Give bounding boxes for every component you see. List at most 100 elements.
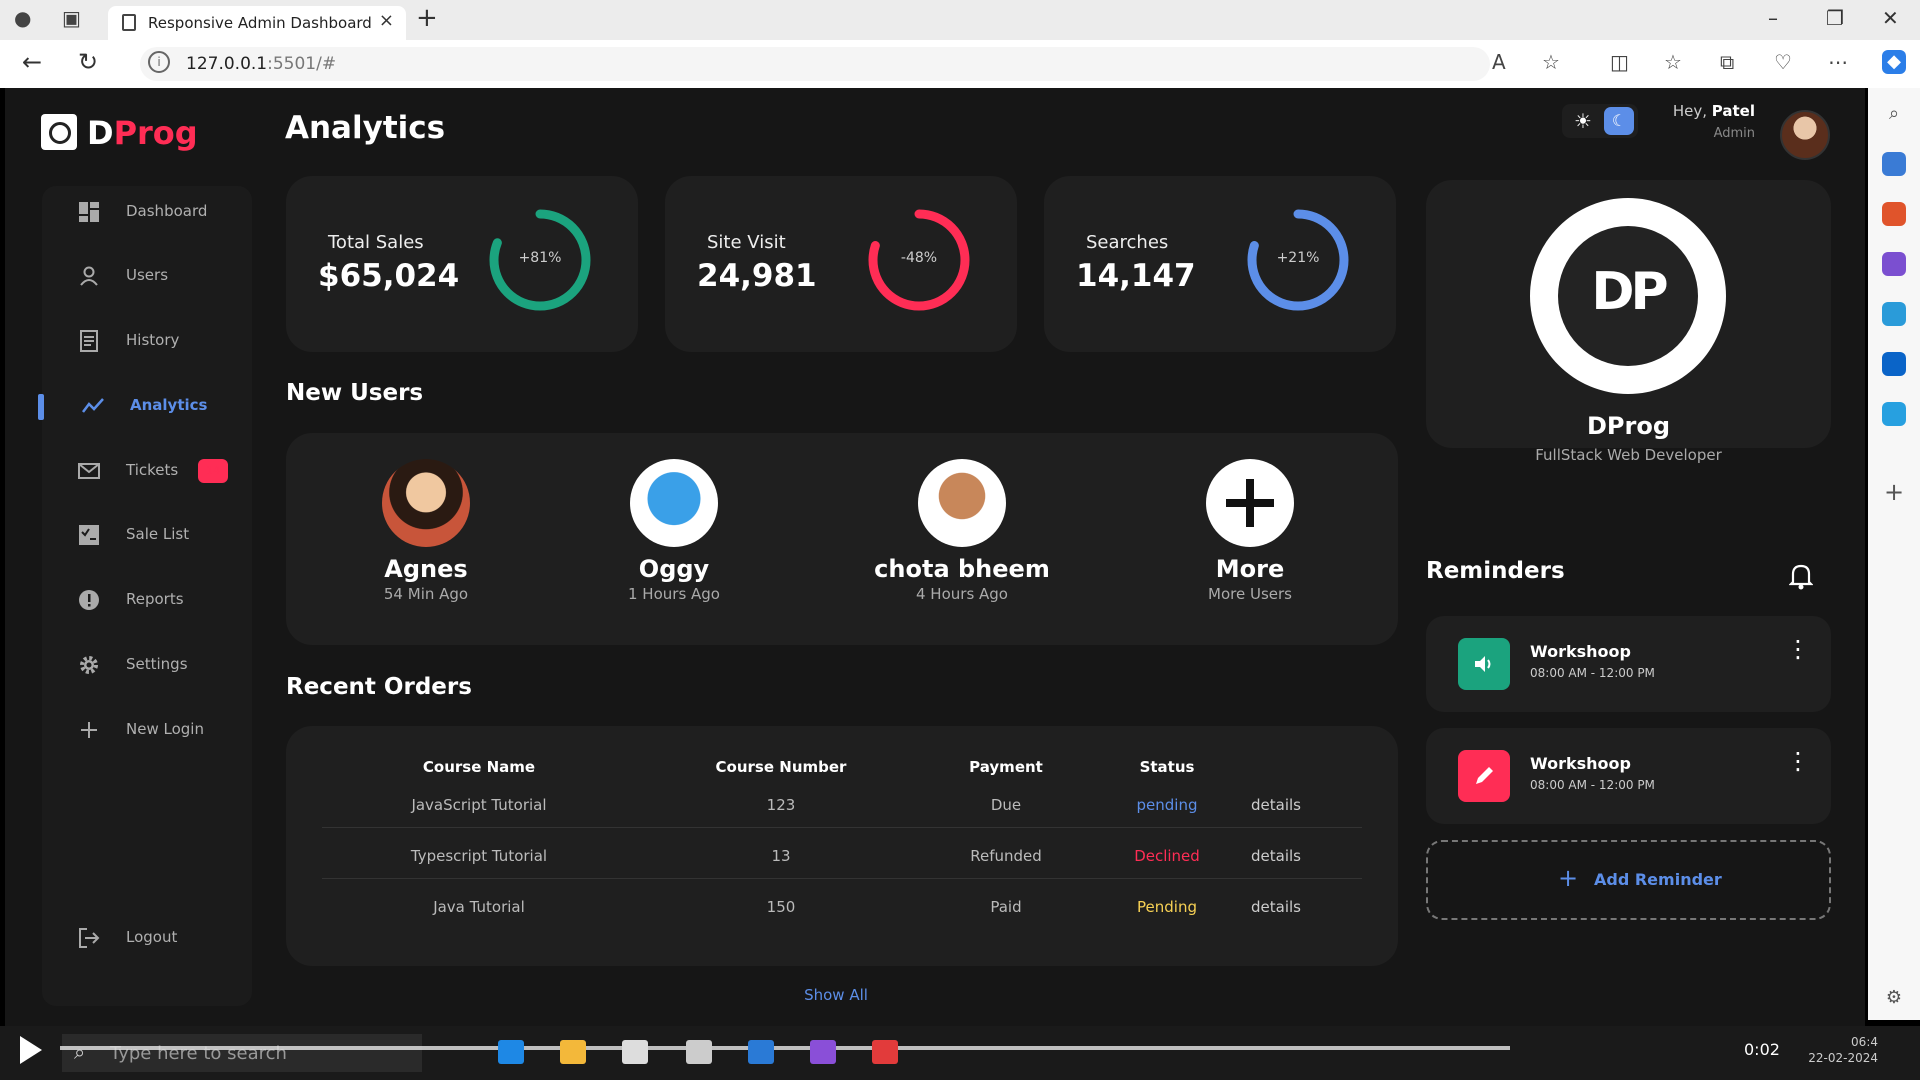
- avatar: [918, 459, 1006, 547]
- copilot-icon[interactable]: ◆: [1882, 50, 1906, 74]
- sidebar-item-settings[interactable]: Settings: [42, 639, 252, 693]
- moon-icon[interactable]: ☾: [1604, 107, 1634, 135]
- sidebar-item-users[interactable]: Users: [42, 250, 252, 304]
- sidebar-item-label: Tickets: [126, 461, 179, 479]
- sidebar-item-new-login[interactable]: New Login: [42, 704, 252, 758]
- collections-icon[interactable]: ⧉: [1720, 50, 1734, 74]
- user-card-chota-bheem[interactable]: chota bheem 4 Hours Ago: [852, 459, 1072, 603]
- drop-icon[interactable]: [1882, 402, 1906, 426]
- sidebar-settings-icon[interactable]: ⚙: [1882, 986, 1906, 1010]
- reload-icon[interactable]: ↻: [78, 48, 98, 76]
- file-explorer-icon[interactable]: [560, 1040, 586, 1064]
- address-bar: ← ↻ i 127.0.0.1:5501/# A ☆ ◫ ☆ ⧉ ♡ ⋯: [0, 40, 1920, 88]
- play-icon[interactable]: [20, 1036, 42, 1064]
- details-link[interactable]: details: [1206, 847, 1346, 865]
- user-icon: [78, 265, 100, 287]
- sidebar-item-tickets[interactable]: Tickets 14: [42, 445, 252, 499]
- page-title: Analytics: [285, 110, 446, 146]
- volume-icon: [1458, 638, 1510, 690]
- user-name: Agnes: [384, 555, 468, 583]
- edge-taskbar-icon[interactable]: [498, 1040, 524, 1064]
- video-progress-bar[interactable]: [60, 1046, 1510, 1050]
- more-users-button[interactable]: More More Users: [1140, 459, 1360, 603]
- read-aloud-icon[interactable]: A: [1492, 50, 1506, 74]
- details-link[interactable]: details: [1206, 898, 1346, 916]
- user-time: More Users: [1208, 585, 1292, 603]
- more-options-icon[interactable]: ⋯: [1828, 50, 1848, 74]
- bell-icon[interactable]: [1787, 562, 1815, 592]
- course-number-cell: 123: [766, 796, 796, 814]
- course-name-cell: Typescript Tutorial: [410, 847, 548, 865]
- browser-tab[interactable]: Responsive Admin Dashboard ×: [108, 6, 406, 40]
- details-link[interactable]: details: [1206, 796, 1346, 814]
- sidebar-item-analytics[interactable]: Analytics: [38, 380, 252, 434]
- search-icon: ⌕: [74, 1040, 86, 1064]
- site-info-icon[interactable]: i: [148, 51, 170, 73]
- search-icon[interactable]: ⌕: [1882, 102, 1906, 126]
- reminder-card[interactable]: Workshoop 08:00 AM - 12:00 PM ⋮: [1426, 728, 1831, 824]
- minimize-icon[interactable]: –: [1768, 6, 1778, 30]
- store-icon[interactable]: [622, 1040, 648, 1064]
- avatar[interactable]: [1780, 110, 1830, 160]
- app-taskbar-icon[interactable]: [872, 1040, 898, 1064]
- user-card-oggy[interactable]: Oggy 1 Hours Ago: [564, 459, 784, 603]
- close-tab-icon[interactable]: ×: [379, 10, 394, 31]
- split-screen-icon[interactable]: ◫: [1610, 50, 1629, 74]
- mail-icon[interactable]: [686, 1040, 712, 1064]
- recent-orders-title: Recent Orders: [286, 674, 472, 700]
- tab-actions-icon[interactable]: ▣: [62, 6, 81, 30]
- add-sidebar-app-icon[interactable]: +: [1882, 480, 1906, 504]
- show-all-link[interactable]: Show All: [786, 986, 886, 1004]
- user-time: 4 Hours Ago: [916, 585, 1008, 603]
- kebab-menu-icon[interactable]: ⋮: [1786, 637, 1810, 661]
- profile-card: DP DProg FullStack Web Developer: [1426, 180, 1831, 464]
- outlook-icon[interactable]: [1882, 352, 1906, 376]
- sidebar-item-sale-list[interactable]: Sale List: [42, 509, 252, 563]
- sun-icon[interactable]: ☀: [1569, 107, 1597, 135]
- progress-ring: +21%: [1244, 206, 1352, 314]
- brand-name: DProg: [87, 114, 198, 152]
- favorites-icon[interactable]: ☆: [1664, 50, 1682, 74]
- restore-icon[interactable]: ❐: [1826, 6, 1844, 30]
- vscode-icon[interactable]: [748, 1040, 774, 1064]
- reminders-title: Reminders: [1426, 558, 1565, 584]
- profile-icon[interactable]: ●: [14, 6, 31, 30]
- profile-card-role: FullStack Web Developer: [1535, 446, 1722, 464]
- orders-table: Course Name Course Number Payment Status…: [286, 726, 1398, 966]
- browser-essentials-icon[interactable]: ♡: [1774, 50, 1792, 74]
- sidebar-item-history[interactable]: History: [42, 315, 252, 369]
- window-close-icon[interactable]: ✕: [1882, 6, 1899, 30]
- url-field[interactable]: i 127.0.0.1:5501/#: [140, 47, 1490, 81]
- add-reminder-button[interactable]: + Add Reminder: [1426, 840, 1831, 920]
- receipt-icon: [78, 330, 100, 352]
- logout-icon: [78, 927, 100, 949]
- shopping-icon[interactable]: [1882, 152, 1906, 176]
- microsoft365-icon[interactable]: [1882, 302, 1906, 326]
- new-tab-icon[interactable]: +: [416, 3, 438, 33]
- browser-sidebar: ◆ ⌕ + ⚙: [1868, 50, 1920, 1020]
- favorite-star-icon[interactable]: ☆: [1542, 50, 1560, 74]
- sidebar-item-label: New Login: [126, 720, 204, 738]
- row-divider: [322, 878, 1362, 879]
- back-icon[interactable]: ←: [22, 48, 42, 76]
- taskbar-search[interactable]: ⌕ Type here to search: [62, 1034, 422, 1072]
- logout-button[interactable]: Logout: [42, 912, 252, 966]
- reminder-card[interactable]: Workshoop 08:00 AM - 12:00 PM ⋮: [1426, 616, 1831, 712]
- profile-card-name: DProg: [1586, 412, 1670, 440]
- kebab-menu-icon[interactable]: ⋮: [1786, 749, 1810, 773]
- grid-icon: [78, 201, 100, 223]
- tools-icon[interactable]: [1882, 202, 1906, 226]
- reminder-title: Workshoop: [1530, 754, 1631, 773]
- theme-toggle[interactable]: ☀ ☾: [1562, 104, 1638, 138]
- sidebar-item-reports[interactable]: Reports: [42, 574, 252, 628]
- url-text: 127.0.0.1:5501/#: [186, 54, 337, 74]
- user-card-agnes[interactable]: Agnes 54 Min Ago: [316, 459, 536, 603]
- ring-percent: -48%: [900, 250, 938, 266]
- stat-value: $65,024: [318, 258, 460, 294]
- github-icon[interactable]: [810, 1040, 836, 1064]
- sidebar-item-dashboard[interactable]: Dashboard: [42, 186, 252, 240]
- system-clock: 06:4 22-02-2024: [1808, 1035, 1878, 1065]
- profile-greeting: Hey, Patel: [1672, 102, 1755, 120]
- games-icon[interactable]: [1882, 252, 1906, 276]
- new-users-title: New Users: [286, 380, 424, 406]
